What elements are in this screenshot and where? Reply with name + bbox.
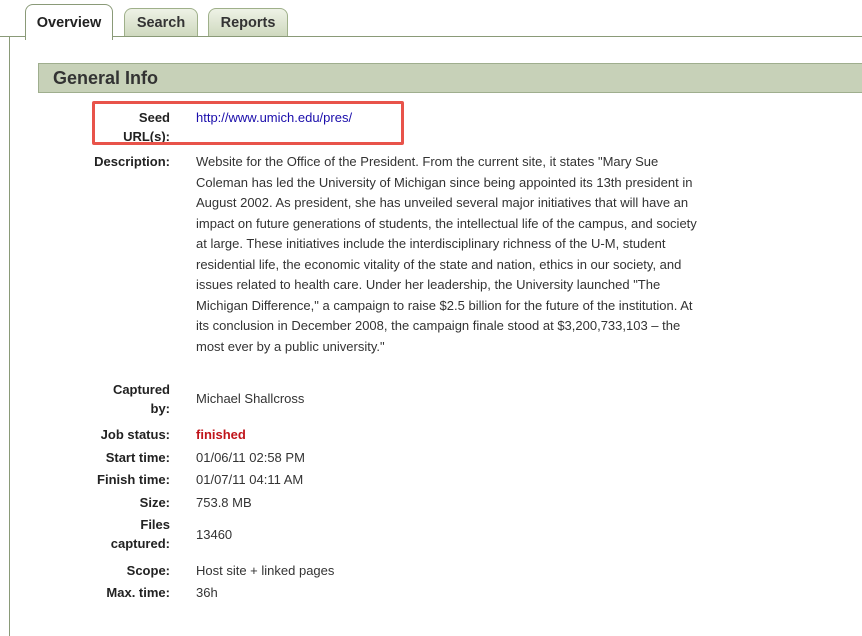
start-time-value: 01/06/11 02:58 PM: [196, 450, 305, 465]
size-label: Size:: [139, 495, 170, 510]
description-line: at large. These initiatives include the …: [196, 236, 666, 251]
scope-label: Scope:: [126, 563, 170, 578]
files-captured-label: Files captured:: [40, 515, 170, 553]
captured-by-label-line2: by:: [150, 401, 171, 416]
max-time-label: Max. time:: [106, 585, 170, 600]
description-line: issues related to health care. Under her…: [196, 277, 661, 292]
files-captured-label-line2: captured:: [110, 536, 170, 551]
start-time-label: Start time:: [105, 450, 170, 465]
job-status-label: Job status:: [100, 427, 170, 442]
section-title: General Info: [53, 67, 159, 88]
description-line: most ever by a public university.": [196, 338, 385, 354]
tab-overview[interactable]: Overview: [25, 4, 113, 40]
finish-time-value: 01/07/11 04:11 AM: [196, 472, 304, 487]
job-status-badge: finished: [196, 427, 246, 442]
captured-by-value: Michael Shallcross: [196, 391, 305, 406]
description-row: Description: Website for the Office of t…: [40, 152, 840, 377]
description-line: impact on future generations of students…: [196, 215, 697, 231]
scope-row: Scope: Host site + linked pages: [40, 561, 840, 581]
description-label: Description:: [94, 154, 170, 169]
section-header: General Info: [38, 63, 862, 93]
max-time-value: 36h: [196, 585, 218, 600]
files-captured-row: Files captured: 13460: [40, 515, 840, 555]
job-status-row: Job status: finished: [40, 425, 840, 445]
description-line: its conclusion in December 2008, the cam…: [196, 318, 681, 333]
description-line: Website for the Office of the President.…: [196, 154, 659, 169]
finish-time-row: Finish time: 01/07/11 04:11 AM: [40, 470, 840, 490]
description-line: residential life, the economic vitality …: [196, 256, 682, 272]
description-line: August 2002. As president, she has unvei…: [196, 195, 689, 210]
files-captured-label-line1: Files: [140, 517, 170, 532]
description-value: Website for the Office of the President.…: [196, 152, 796, 357]
max-time-row: Max. time: 36h: [40, 583, 840, 603]
finish-time-label: Finish time:: [97, 472, 170, 487]
description-line: Michigan Difference," a campaign to rais…: [196, 297, 693, 313]
seed-url-highlight-box: [92, 101, 404, 145]
tab-reports[interactable]: Reports: [208, 8, 288, 36]
start-time-row: Start time: 01/06/11 02:58 PM: [40, 448, 840, 468]
captured-by-label-line1: Captured: [112, 382, 170, 397]
tab-bar: Overview Search Reports: [0, 0, 862, 40]
tab-search[interactable]: Search: [124, 8, 198, 36]
description-line: Coleman has led the University of Michig…: [196, 174, 693, 190]
captured-by-label: Captured by:: [40, 380, 170, 418]
captured-by-row: Captured by: Michael Shallcross: [40, 380, 840, 420]
files-captured-value: 13460: [196, 527, 233, 542]
size-value: 753.8 MB: [196, 495, 252, 510]
scope-value: Host site + linked pages: [196, 563, 335, 578]
size-row: Size: 753.8 MB: [40, 493, 840, 513]
